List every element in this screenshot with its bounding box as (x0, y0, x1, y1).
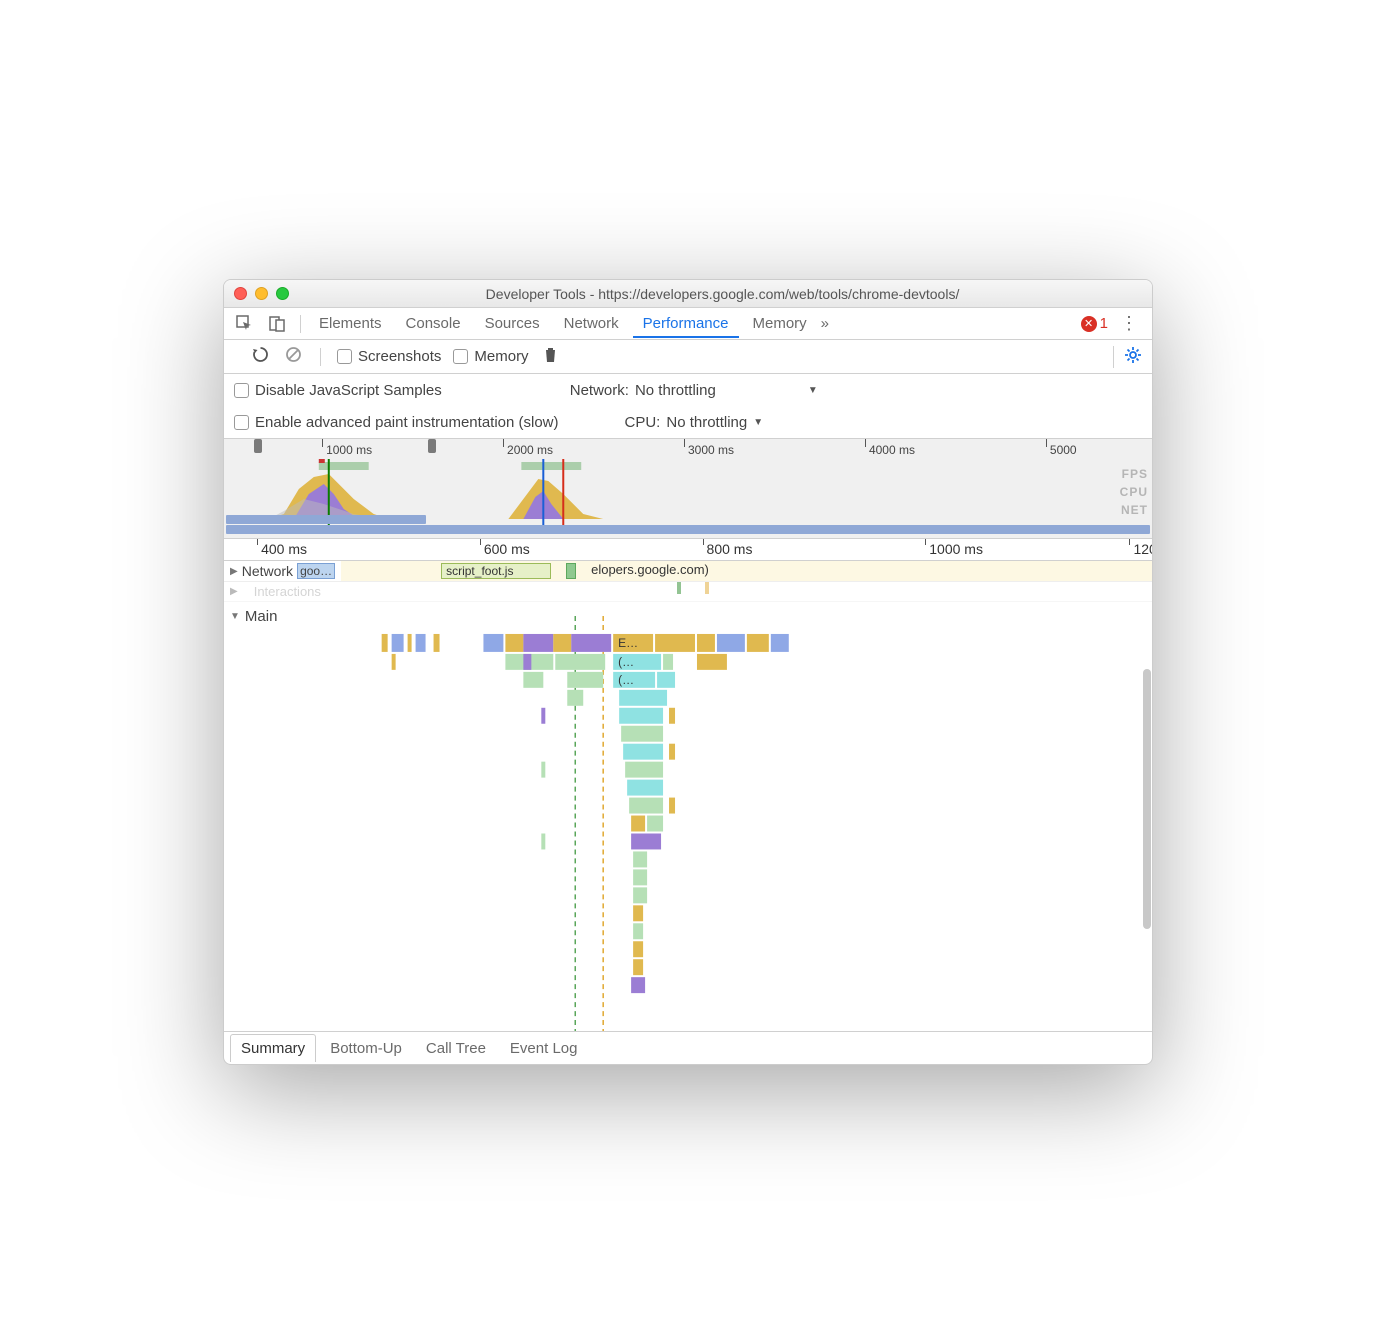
overview-tick: 4000 ms (869, 443, 915, 457)
tab-network[interactable]: Network (554, 309, 629, 338)
error-badge[interactable]: ✕ 1 (1081, 315, 1108, 332)
network-throttle-select[interactable]: Network: No throttling ▼ (570, 382, 818, 399)
minimize-window-icon[interactable] (255, 287, 268, 300)
overview-handle-left[interactable] (254, 439, 262, 453)
tab-performance[interactable]: Performance (633, 309, 739, 338)
main-thread-track[interactable]: ▼Main E… (224, 602, 1152, 1032)
settings-menu-icon[interactable]: ⋮ (1112, 313, 1146, 334)
memory-checkbox[interactable]: Memory (453, 348, 528, 365)
titlebar: Developer Tools - https://developers.goo… (224, 280, 1152, 308)
overview-tick: 5000 (1050, 443, 1077, 457)
overview-handle-right[interactable] (428, 439, 436, 453)
devtools-window: Developer Tools - https://developers.goo… (223, 279, 1153, 1065)
advanced-paint-checkbox[interactable]: Enable advanced paint instrumentation (s… (234, 414, 559, 431)
screenshots-checkbox[interactable]: Screenshots (337, 348, 441, 365)
tab-elements[interactable]: Elements (309, 309, 392, 338)
svg-text:E…: E… (618, 636, 638, 650)
svg-text:(…: (… (618, 655, 634, 669)
more-tabs-icon[interactable]: » (821, 315, 829, 332)
reload-button[interactable] (250, 344, 271, 369)
maximize-window-icon[interactable] (276, 287, 289, 300)
vertical-scrollbar[interactable] (1143, 669, 1151, 929)
panel-tabstrip: Elements Console Sources Network Perform… (224, 308, 1152, 340)
network-request[interactable] (566, 563, 576, 579)
tab-sources[interactable]: Sources (475, 309, 550, 338)
network-track[interactable]: ▶Network goo… script_foot.js elopers.goo… (224, 561, 1152, 582)
interactions-track[interactable]: ▶Interactions (224, 582, 1152, 602)
performance-toolbar: Screenshots Memory (224, 340, 1152, 374)
error-icon: ✕ (1081, 316, 1097, 332)
svg-text:(…: (… (618, 673, 634, 687)
tab-memory[interactable]: Memory (743, 309, 817, 338)
disable-js-samples-checkbox[interactable]: Disable JavaScript Samples (234, 382, 442, 399)
overview-tick: 1000 ms (326, 443, 372, 457)
window-title: Developer Tools - https://developers.goo… (303, 286, 1142, 302)
overview-lane-labels: FPS CPU NET (1120, 465, 1148, 519)
tab-console[interactable]: Console (396, 309, 471, 338)
timeline-overview[interactable]: 1000 ms 2000 ms 3000 ms 4000 ms 5000 (224, 439, 1152, 539)
inspect-element-icon[interactable] (230, 311, 259, 336)
flame-ruler[interactable]: 400 ms 600 ms 800 ms 1000 ms 120 (224, 539, 1152, 561)
network-request[interactable]: script_foot.js (441, 563, 551, 579)
clear-button[interactable] (283, 344, 304, 369)
cpu-throttle-select[interactable]: CPU: No throttling ▼ (625, 414, 764, 431)
capture-settings: Disable JavaScript Samples Network: No t… (224, 374, 1152, 439)
record-button[interactable] (234, 355, 238, 359)
error-count: 1 (1100, 315, 1108, 332)
overview-tick: 2000 ms (507, 443, 553, 457)
close-window-icon[interactable] (234, 287, 247, 300)
garbage-collect-icon[interactable] (541, 344, 560, 369)
device-toolbar-icon[interactable] (263, 311, 292, 336)
capture-settings-icon[interactable] (1113, 346, 1142, 368)
overview-tick: 3000 ms (688, 443, 734, 457)
